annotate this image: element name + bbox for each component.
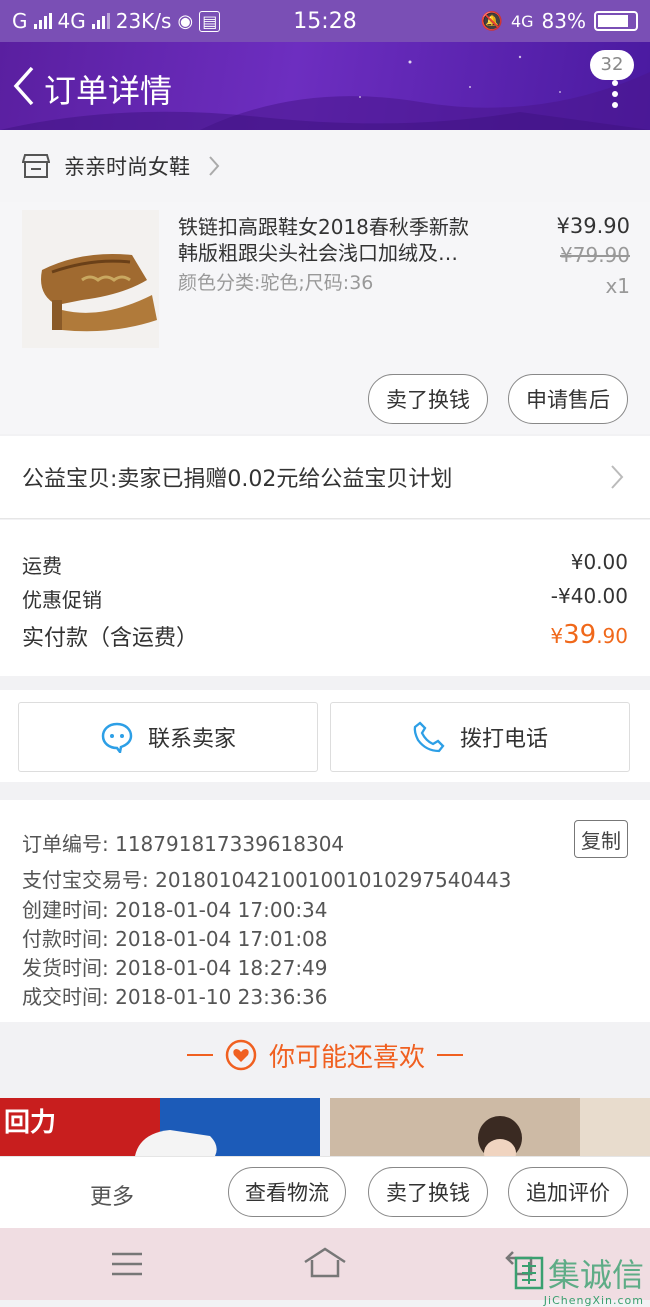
bottom-action-bar: 更多 查看物流 卖了换钱 追加评价 <box>0 1156 650 1228</box>
network-speed: 23K/s <box>115 9 172 33</box>
total-currency: ¥ <box>550 624 564 648</box>
contact-bar: 联系卖家 拨打电话 <box>0 690 650 782</box>
alipay-trade-number: 支付宝交易号: 2018010421001001010297540443 <box>22 868 512 892</box>
order-number: 订单编号: 118791817339618304 <box>22 832 345 856</box>
brand-logo-text: 回力 <box>4 1108 57 1138</box>
weibo-icon: ◉ <box>177 10 194 32</box>
sell-for-cash-button[interactable]: 卖了换钱 <box>368 374 488 424</box>
phone-icon <box>413 721 445 753</box>
sell-for-cash-button-bottom[interactable]: 卖了换钱 <box>368 1167 488 1217</box>
add-review-button[interactable]: 追加评价 <box>508 1167 628 1217</box>
charity-row[interactable]: 公益宝贝:卖家已捐赠0.02元给公益宝贝计划 <box>0 436 650 519</box>
decorative-line-left <box>186 1054 213 1056</box>
status-bar: G 4G 23K/s ◉ ▤ 15:28 🔕 4G 83% <box>0 0 650 42</box>
copy-order-number-button[interactable]: 复制 <box>574 820 628 858</box>
total-integer: 39 <box>563 620 597 650</box>
product-photo <box>330 1098 650 1158</box>
shipped-time: 发货时间: 2018-01-04 18:27:49 <box>22 956 328 980</box>
back-arrow-icon[interactable] <box>10 62 40 110</box>
contact-seller-label: 联系卖家 <box>147 727 236 752</box>
chevron-right-icon <box>209 156 220 176</box>
network-label: 4G <box>57 9 86 33</box>
paid-time: 付款时间: 2018-01-04 17:01:08 <box>22 927 328 951</box>
shipping-label: 运费 <box>22 554 62 578</box>
product-price: ¥39.90 <box>556 214 630 238</box>
chevron-right-icon <box>611 465 624 489</box>
decorative-line-right <box>437 1054 463 1056</box>
shoe-image <box>135 1130 217 1156</box>
product-quantity: x1 <box>605 274 630 298</box>
product-title-line-2: 韩版粗跟尖头社会浅口加绒及… <box>178 241 458 265</box>
battery-percent: 83% <box>541 9 586 33</box>
charity-text: 公益宝贝:卖家已捐赠0.02元给公益宝贝计划 <box>22 467 453 492</box>
completed-time: 成交时间: 2018-01-10 23:36:36 <box>22 985 328 1009</box>
recommend-item-1[interactable]: 回力 <box>0 1098 320 1158</box>
shop-name: 亲亲时尚女鞋 <box>64 155 190 179</box>
more-actions-button[interactable]: 更多 <box>90 1179 134 1211</box>
watermark: 集诚信 JiChengXin.com <box>514 1250 644 1307</box>
created-time: 创建时间: 2018-01-04 17:00:34 <box>22 898 328 922</box>
request-after-sale-button[interactable]: 申请售后 <box>508 374 628 424</box>
product-card: 铁链扣高跟鞋女2018春秋季新款 韩版粗跟尖头社会浅口加绒及… 颜色分类:驼色;… <box>0 202 650 434</box>
order-info-panel: 订单编号: 118791817339618304 支付宝交易号: 2018010… <box>0 800 650 1022</box>
recommend-item-2[interactable] <box>330 1098 650 1158</box>
system-nav-bar: 集诚信 JiChengXin.com <box>0 1228 650 1307</box>
watermark-text: 集诚信 <box>547 1256 644 1294</box>
total-label: 实付款（含运费） <box>22 626 199 651</box>
total-decimal: .90 <box>596 624 628 648</box>
shipping-value: ¥0.00 <box>570 550 628 574</box>
network-right-label: 4G <box>510 11 534 31</box>
menu-icon[interactable] <box>110 1250 144 1278</box>
call-phone-button[interactable]: 拨打电话 <box>330 702 630 772</box>
heart-icon <box>225 1039 257 1071</box>
product-spec: 颜色分类:驼色;尺码:36 <box>178 272 374 294</box>
product-title[interactable]: 铁链扣高跟鞋女2018春秋季新款 韩版粗跟尖头社会浅口加绒及… <box>178 214 508 266</box>
recommend-title: 你可能还喜欢 <box>268 1042 425 1073</box>
recommend-grid: 回力 <box>0 1098 650 1158</box>
signal-icon-2 <box>91 13 110 29</box>
shop-icon <box>22 154 50 178</box>
watermark-logo-icon <box>514 1256 544 1290</box>
total-amount: ¥39.90 <box>550 620 628 652</box>
page-title: 订单详情 <box>44 72 173 110</box>
recommend-header: 你可能还喜欢 <box>0 1022 650 1088</box>
contact-seller-button[interactable]: 联系卖家 <box>18 702 318 772</box>
message-count-badge: 32 <box>590 50 634 80</box>
app-notification-icon: ▤ <box>199 10 221 32</box>
title-bar: 订单详情 32 <box>0 42 650 130</box>
discount-value: -¥40.00 <box>550 584 628 608</box>
home-icon[interactable] <box>302 1246 348 1280</box>
discount-label: 优惠促销 <box>22 588 102 612</box>
signal-icon <box>33 13 52 29</box>
carrier-label: G <box>12 9 28 33</box>
watermark-domain: JiChengXin.com <box>543 1294 644 1307</box>
chat-bubble-icon <box>101 722 133 753</box>
mute-icon: 🔕 <box>480 10 503 32</box>
product-original-price: ¥79.90 <box>560 243 630 267</box>
product-title-line-1: 铁链扣高跟鞋女2018春秋季新款 <box>178 215 469 239</box>
product-image[interactable] <box>22 210 159 348</box>
view-logistics-button[interactable]: 查看物流 <box>228 1167 346 1217</box>
payment-summary: 运费 ¥0.00 优惠促销 -¥40.00 实付款（含运费） ¥39.90 <box>0 520 650 676</box>
more-menu-icon[interactable] <box>610 80 620 110</box>
shop-row[interactable]: 亲亲时尚女鞋 <box>0 130 650 202</box>
battery-icon <box>594 11 638 31</box>
call-phone-label: 拨打电话 <box>459 727 548 752</box>
